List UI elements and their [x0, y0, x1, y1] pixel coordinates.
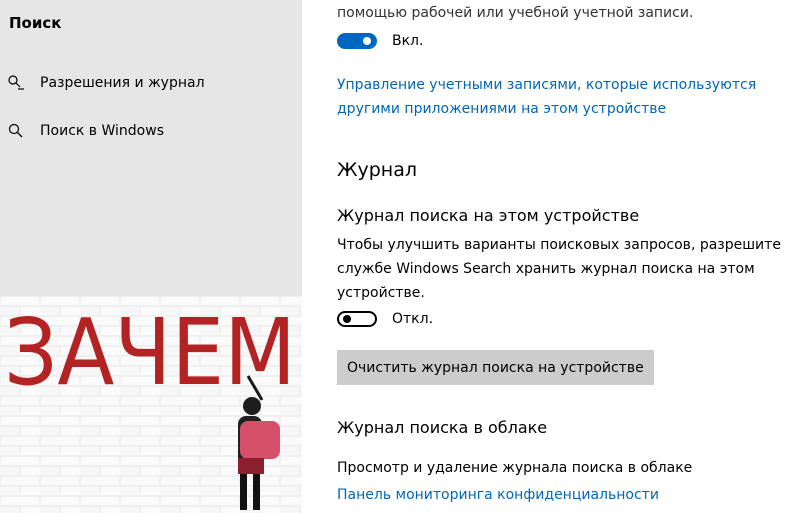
account-text: помощью рабочей или учебной учетной запи… [337, 5, 694, 21]
sidebar-item-label: Разрешения и журнал [40, 75, 205, 91]
manage-accounts-link-line1: Управление учетными записями, которые ис… [337, 77, 757, 93]
sidebar-item-label: Поиск в Windows [40, 123, 164, 139]
sidebar-item-windows-search[interactable]: Поиск в Windows [0, 113, 302, 149]
search-icon [7, 122, 25, 140]
device-history-heading: Журнал поиска на этом устройстве [337, 206, 640, 225]
cloud-history-description: Просмотр и удаление журнала поиска в обл… [337, 460, 693, 476]
device-history-toggle-row: Откл. [337, 311, 433, 327]
sidebar-title: Поиск [9, 14, 62, 32]
magnifier-list-icon [7, 74, 25, 92]
sidebar: Поиск Разрешения и журнал Поиск в Window… [0, 0, 302, 513]
device-history-description: Чтобы улучшить варианты поисковых запрос… [337, 233, 797, 305]
device-history-desc-line2: службе Windows Search хранить журнал пои… [337, 261, 755, 277]
account-toggle[interactable] [337, 33, 377, 49]
clear-history-button[interactable]: Очистить журнал поиска на устройстве [337, 350, 654, 385]
device-history-toggle-state: Откл. [392, 311, 434, 327]
manage-accounts-link-line2: другими приложениями на этом устройстве [337, 101, 667, 117]
manage-accounts-link[interactable]: Управление учетными записями, которые ис… [337, 73, 756, 121]
cloud-history-heading: Журнал поиска в облаке [337, 418, 548, 437]
art-graffiti-text: ЗАЧЕМ [4, 299, 296, 406]
wallpaper-art: ЗАЧЕМ [0, 296, 302, 513]
account-toggle-row: Вкл. [337, 33, 423, 49]
device-history-desc-line1: Чтобы улучшить варианты поисковых запрос… [337, 237, 781, 253]
sidebar-item-permissions-history[interactable]: Разрешения и журнал [0, 65, 302, 101]
privacy-dashboard-link[interactable]: Панель мониторинга конфиденциальности [337, 483, 659, 507]
device-history-toggle[interactable] [337, 311, 377, 327]
history-heading: Журнал [337, 159, 417, 181]
account-toggle-state: Вкл. [392, 33, 424, 49]
device-history-desc-line3: устройстве. [337, 285, 425, 301]
